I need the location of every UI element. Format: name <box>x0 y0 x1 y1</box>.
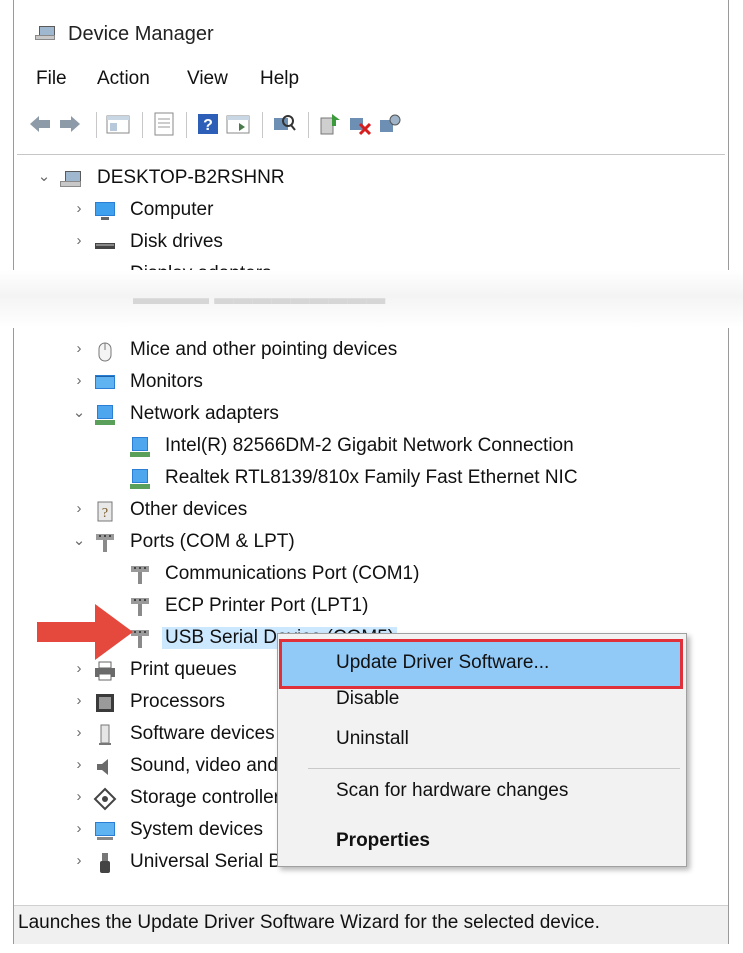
computer-desktop-icon <box>60 171 81 187</box>
tree-root-label: DESKTOP-B2RSHNR <box>97 167 285 188</box>
status-bar: Launches the Update Driver Software Wiza… <box>14 905 728 944</box>
svg-text:?: ? <box>203 117 213 134</box>
network-adapter-icon <box>130 437 150 457</box>
tree-item-label: Software devices <box>130 723 275 744</box>
chevron-down-icon[interactable]: ⌄ <box>72 405 86 420</box>
tree-item-label: Disk drives <box>130 231 223 252</box>
menu-help[interactable]: Help <box>260 68 299 90</box>
chevron-right-icon[interactable]: › <box>72 789 86 804</box>
unknown-device-icon: ? <box>97 501 113 522</box>
chevron-right-icon[interactable]: › <box>72 341 86 356</box>
back-icon[interactable] <box>26 110 54 138</box>
tree-item-label: Realtek RTL8139/810x Family Fast Etherne… <box>165 467 578 488</box>
chevron-right-icon[interactable]: › <box>72 233 86 248</box>
enable-device-icon[interactable] <box>376 110 404 138</box>
tree-item-realtek-nic[interactable]: Realtek RTL8139/810x Family Fast Etherne… <box>17 463 725 495</box>
forward-icon[interactable] <box>56 110 84 138</box>
tree-item-disk-drives[interactable]: › Disk drives <box>17 227 725 259</box>
tree-item-label: Mice and other pointing devices <box>130 339 398 360</box>
port-icon <box>131 566 149 584</box>
tree-item-ports[interactable]: ⌄ Ports (COM & LPT) <box>17 527 725 559</box>
chevron-right-icon[interactable]: › <box>72 501 86 516</box>
menu-uninstall[interactable]: Uninstall <box>336 728 409 750</box>
window-title: Device Manager <box>68 23 214 45</box>
tree-item-label: Monitors <box>130 371 203 392</box>
menu-scan-hardware[interactable]: Scan for hardware changes <box>336 780 568 802</box>
tree-item-label: ECP Printer Port (LPT1) <box>165 595 369 616</box>
chevron-right-icon[interactable]: › <box>72 757 86 772</box>
storage-controller-icon <box>93 787 117 811</box>
tree-item-network-adapters[interactable]: ⌄ Network adapters <box>17 399 725 431</box>
chevron-down-icon[interactable]: ⌄ <box>72 533 86 548</box>
menu-file[interactable]: File <box>36 68 67 90</box>
chevron-right-icon[interactable]: › <box>72 821 86 836</box>
mouse-icon <box>98 342 112 362</box>
help-icon[interactable]: ? <box>194 110 222 138</box>
port-icon <box>96 534 114 552</box>
tree-item-label: System devices <box>130 819 264 840</box>
tree-item-label: Network adapters <box>130 403 279 424</box>
chevron-right-icon[interactable]: › <box>72 853 86 868</box>
properties-icon[interactable] <box>150 110 178 138</box>
computer-icon <box>95 202 115 220</box>
context-menu-separator <box>308 768 680 769</box>
speaker-icon <box>97 759 108 775</box>
menu-properties[interactable]: Properties <box>336 830 430 852</box>
show-hide-tree-icon[interactable] <box>104 110 132 138</box>
tree-item-label: Storage controllers <box>130 787 290 808</box>
network-adapter-icon <box>95 405 115 425</box>
processor-icon <box>96 694 114 712</box>
disk-drive-icon <box>95 243 115 249</box>
chevron-right-icon[interactable]: › <box>72 693 86 708</box>
network-adapter-icon <box>130 469 150 489</box>
tree-root[interactable]: ⌄ DESKTOP-B2RSHNR <box>17 163 725 195</box>
menu-action[interactable]: Action <box>97 68 150 90</box>
status-text: Launches the Update Driver Software Wiza… <box>18 912 600 933</box>
chevron-right-icon[interactable]: › <box>72 373 86 388</box>
device-manager-icon <box>35 26 55 40</box>
scan-hardware-icon[interactable] <box>270 110 298 138</box>
tree-item-monitors[interactable]: › Monitors <box>17 367 725 399</box>
tree-item-label: Print queues <box>130 659 237 680</box>
tree-item-label: Other devices <box>130 499 248 520</box>
obscured-text: ▬▬▬▬ ▬▬▬▬▬▬▬▬▬ <box>133 288 386 309</box>
tree-item-intel-nic[interactable]: Intel(R) 82566DM-2 Gigabit Network Conne… <box>17 431 725 463</box>
run-icon[interactable] <box>224 110 252 138</box>
menu-disable[interactable]: Disable <box>336 688 399 710</box>
red-arrow-pointer <box>37 604 133 660</box>
tree-item-label: Intel(R) 82566DM-2 Gigabit Network Conne… <box>165 435 574 456</box>
menu-bar: File Action View Help <box>14 64 728 98</box>
menu-view[interactable]: View <box>187 68 228 90</box>
uninstall-icon[interactable] <box>346 110 374 138</box>
software-device-icon <box>99 724 111 745</box>
title-bar: Device Manager <box>14 10 728 52</box>
context-menu: Update Driver Software... Disable Uninst… <box>277 633 687 867</box>
tree-item-computer[interactable]: › Computer <box>17 195 725 227</box>
tree-item-mice[interactable]: › Mice and other pointing devices <box>17 335 725 367</box>
system-device-icon <box>95 822 115 840</box>
chevron-right-icon[interactable]: › <box>72 725 86 740</box>
chevron-right-icon[interactable]: › <box>72 201 86 216</box>
usb-icon <box>100 853 110 873</box>
chevron-right-icon[interactable]: › <box>72 661 86 676</box>
svg-text:?: ? <box>102 506 108 521</box>
tree-item-other-devices[interactable]: › ? Other devices <box>17 495 725 527</box>
menu-update-driver-software[interactable]: Update Driver Software... <box>336 652 549 674</box>
update-driver-icon[interactable] <box>316 110 344 138</box>
tree-item-label: Processors <box>130 691 226 712</box>
tree-item-label: Ports (COM & LPT) <box>130 531 295 552</box>
monitor-icon <box>95 375 115 389</box>
tree-item-label: Computer <box>130 199 214 220</box>
tree-item-com1[interactable]: Communications Port (COM1) <box>17 559 725 591</box>
tree-item-label: Communications Port (COM1) <box>165 563 420 584</box>
chevron-down-icon[interactable]: ⌄ <box>37 169 51 184</box>
toolbar: ? <box>14 106 728 146</box>
obscured-strip: ▬▬▬▬ ▬▬▬▬▬▬▬▬▬ <box>0 270 743 328</box>
